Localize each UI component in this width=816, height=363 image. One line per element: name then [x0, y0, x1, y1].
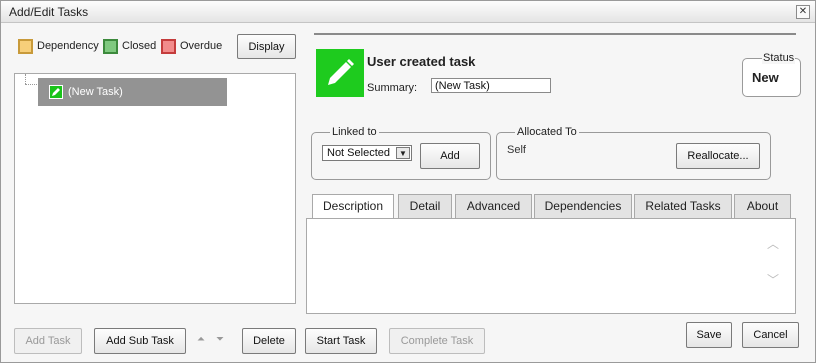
start-task-button[interactable]: Start Task [305, 328, 377, 354]
tree-connector-vertical [25, 74, 26, 84]
add-link-button[interactable]: Add [420, 143, 480, 169]
dependency-swatch [18, 39, 33, 54]
add-sub-task-button[interactable]: Add Sub Task [94, 328, 186, 354]
linked-to-select[interactable]: Not Selected ▼ [322, 145, 412, 161]
tab-dependencies[interactable]: Dependencies [534, 194, 632, 218]
chevron-down-icon[interactable]: ▼ [396, 147, 410, 159]
overdue-swatch [161, 39, 176, 54]
closed-swatch [103, 39, 118, 54]
scroll-down-icon[interactable]: ﹀ [767, 271, 779, 288]
allocated-to-value: Self [507, 144, 526, 156]
status-value: New [752, 70, 779, 85]
move-up-icon[interactable]: ⏶ [197, 334, 205, 345]
title-bar: Add/Edit Tasks ✕ [1, 1, 815, 23]
save-button[interactable]: Save [686, 322, 732, 348]
header-separator [314, 33, 796, 35]
tab-detail[interactable]: Detail [398, 194, 452, 218]
summary-label: Summary: [367, 82, 418, 94]
tab-description[interactable]: Description [312, 194, 394, 219]
legend-dependency-label: Dependency [37, 40, 99, 52]
task-heading: User created task [367, 54, 476, 69]
tab-advanced[interactable]: Advanced [455, 194, 532, 218]
move-down-icon[interactable]: ⏷ [216, 334, 224, 345]
tab-about[interactable]: About [734, 194, 791, 218]
task-tree[interactable]: (New Task) [14, 73, 296, 304]
add-edit-tasks-dialog: Add/Edit Tasks ✕ Dependency Closed Overd… [0, 0, 816, 363]
allocated-to-legend: Allocated To [515, 126, 579, 138]
scroll-up-icon[interactable]: ︿ [767, 235, 779, 252]
status-legend: Status [762, 52, 796, 64]
cancel-button[interactable]: Cancel [742, 322, 799, 348]
tree-item-new-task[interactable]: (New Task) [38, 78, 227, 106]
tree-connector-horizontal [25, 84, 39, 85]
delete-button[interactable]: Delete [242, 328, 296, 354]
dialog-title: Add/Edit Tasks [9, 5, 89, 19]
legend-overdue-label: Overdue [180, 40, 223, 52]
summary-input[interactable] [431, 78, 551, 93]
close-icon[interactable]: ✕ [796, 5, 810, 19]
display-button[interactable]: Display [237, 34, 296, 59]
tab-related-tasks[interactable]: Related Tasks [634, 194, 732, 218]
description-panel[interactable]: ︿ ﹀ [306, 218, 796, 314]
reallocate-button[interactable]: Reallocate... [676, 143, 760, 169]
linked-to-legend: Linked to [330, 126, 379, 138]
legend-closed-label: Closed [122, 40, 157, 52]
pencil-icon [49, 85, 63, 99]
tree-item-label: (New Task) [68, 86, 123, 98]
pencil-icon [316, 49, 364, 97]
linked-to-selected-value: Not Selected [327, 147, 390, 159]
complete-task-button[interactable]: Complete Task [389, 328, 485, 354]
add-task-button[interactable]: Add Task [14, 328, 82, 354]
